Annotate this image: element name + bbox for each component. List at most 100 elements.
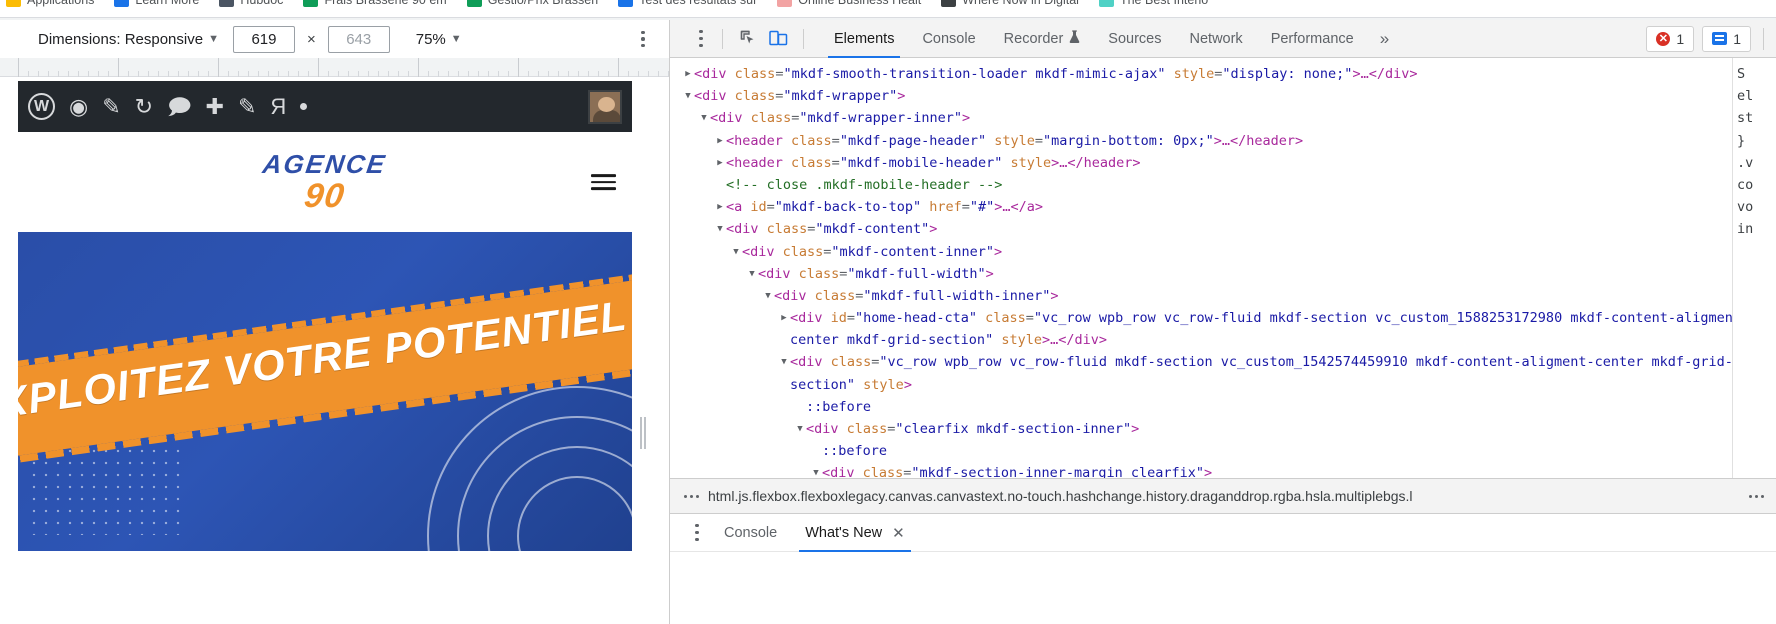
bookmark-item[interactable]: Frais Brasserie 90 em (303, 0, 447, 7)
dom-token: > (1050, 287, 1059, 304)
dom-node-line[interactable]: ▼ <div class="mkdf-content-inner"> (670, 241, 1776, 263)
breadcrumb-path[interactable]: html.js.flexbox.flexboxlegacy.canvas.can… (704, 488, 1743, 504)
collapse-triangle-icon[interactable]: ▼ (762, 285, 774, 307)
collapse-triangle-icon[interactable]: ▼ (714, 218, 726, 240)
tab-performance[interactable]: Performance (1257, 20, 1368, 58)
devtools-more-tools-icon[interactable] (690, 26, 712, 52)
bookmark-item[interactable]: Online Business Healt (777, 0, 921, 7)
tab-recorder[interactable]: Recorder (990, 20, 1095, 58)
dom-node-line[interactable]: <!-- close .mkdf-mobile-header --> (670, 174, 1776, 196)
expand-triangle-icon[interactable]: ▶ (714, 152, 726, 174)
device-more-options-icon[interactable] (633, 26, 653, 52)
collapse-triangle-icon[interactable]: ▼ (810, 462, 822, 478)
dom-node-line[interactable]: ▼ <div class="vc_row wpb_row vc_row-fluid… (670, 351, 1776, 395)
expand-triangle-icon[interactable]: ▶ (778, 307, 790, 329)
ruler-tick (48, 71, 49, 77)
expand-triangle-icon[interactable]: ▶ (714, 196, 726, 218)
collapse-triangle-icon[interactable]: ▼ (746, 263, 758, 285)
collapse-triangle-icon[interactable]: ▼ (730, 241, 742, 263)
tab-console[interactable]: Console (908, 20, 989, 58)
viewport-ruler[interactable] (0, 58, 669, 77)
dom-node-line[interactable]: ::before (670, 396, 1776, 418)
ruler-tick (528, 71, 529, 77)
yoast-seo-icon[interactable]: Я (270, 95, 286, 118)
emulated-page-viewport[interactable]: W ◉ ✎ ↻ 🗩 ✚ ✎ Я AGENCE 90 XPLOITEZ VOTRE… (18, 81, 632, 551)
viewport-resize-handle[interactable] (640, 415, 648, 451)
expand-triangle-icon[interactable]: ▶ (714, 130, 726, 152)
expand-triangle-icon[interactable]: ▶ (682, 63, 694, 85)
drawer-tab-what-s-new[interactable]: What's New ✕ (791, 514, 918, 552)
close-icon[interactable]: ✕ (892, 524, 905, 542)
comment-icon[interactable]: 🗩 (167, 95, 191, 118)
dom-node-line[interactable]: ::before (670, 440, 1776, 462)
collapse-triangle-icon[interactable]: ▼ (794, 418, 806, 440)
customize-icon[interactable]: ◉ (69, 95, 88, 118)
viewport-width-input[interactable]: 619 (232, 25, 295, 53)
dom-node-line[interactable]: ▶ <header class="mkdf-mobile-header" styl… (670, 152, 1776, 174)
dimensions-label[interactable]: Dimensions: Responsive (38, 31, 203, 48)
bookmark-item[interactable]: Gestio/Prix Brasseri (466, 0, 598, 7)
site-logo[interactable]: AGENCE 90 (261, 149, 388, 215)
hamburger-menu-icon[interactable] (591, 174, 616, 190)
zoom-chevron-down-icon: ▼ (450, 33, 462, 45)
more-tabs-icon[interactable]: » (1368, 29, 1401, 49)
dom-node-line[interactable]: ▶ <header class="mkdf-page-header" style=… (670, 130, 1776, 152)
collapse-triangle-icon[interactable]: ▼ (778, 351, 790, 373)
bookmark-item[interactable]: Where Now in Digital (941, 0, 1079, 7)
tab-sources[interactable]: Sources (1094, 20, 1175, 58)
dom-node-line[interactable]: ▼ <div class="mkdf-full-width-inner"> (670, 285, 1776, 307)
node-path-overflow-right-icon[interactable] (1743, 494, 1769, 498)
ruler-tick (228, 71, 229, 77)
error-count-badge[interactable]: ✕ 1 (1646, 25, 1695, 52)
dom-token: <a (726, 199, 751, 216)
dom-node-line[interactable]: ▼ <div class="mkdf-section-inner-margin c… (670, 462, 1776, 478)
collapse-triangle-icon[interactable]: ▼ (682, 85, 694, 107)
styles-line: st (1737, 110, 1754, 127)
edit-icon[interactable]: ✎ (238, 95, 256, 118)
ruler-tick (608, 71, 609, 77)
bookmark-item[interactable]: Learn More (114, 0, 199, 7)
ruler-tick (268, 71, 269, 77)
ruler-tick (328, 71, 329, 77)
dom-node-line[interactable]: ▶ <div class="mkdf-smooth-transition-load… (670, 63, 1776, 85)
bookmark-item[interactable]: Applications (6, 0, 94, 7)
drawer-more-options-icon[interactable] (684, 520, 710, 546)
dom-node-line[interactable]: ▶ <div id="home-head-cta" class="vc_row w… (670, 307, 1776, 351)
ruler-tick (238, 71, 239, 77)
dom-node-line[interactable]: ▼ <div class="clearfix mkdf-section-inner… (670, 418, 1776, 440)
wordpress-logo-icon[interactable]: W (28, 93, 55, 120)
drawer-tab-label: What's New (805, 524, 883, 541)
user-avatar[interactable] (588, 89, 622, 124)
refresh-icon[interactable]: ↻ (135, 95, 153, 118)
plus-icon[interactable]: ✚ (206, 95, 224, 118)
inspect-element-icon[interactable] (733, 26, 763, 52)
dom-token: "mkdf-section-inner-margin clearfix" (911, 465, 1205, 478)
dom-node-line[interactable]: ▼ <div class="mkdf-content"> (670, 218, 1776, 240)
tab-network[interactable]: Network (1176, 20, 1257, 58)
dimensions-multiply-symbol: × (306, 30, 316, 48)
zoom-select[interactable]: 75% ▼ (416, 31, 462, 48)
ruler-tick (58, 71, 59, 77)
console-drawer: Console What's New ✕ (670, 514, 1776, 624)
dimensions-chevron-down-icon[interactable]: ▼ (208, 33, 219, 45)
toolbar-divider (722, 28, 723, 49)
bookmark-item[interactable]: Hubdoc (219, 0, 283, 7)
dom-node-line[interactable]: ▼ <div class="mkdf-wrapper-inner"> (670, 107, 1776, 129)
dom-node-line[interactable]: ▼ <div class="mkdf-full-width"> (670, 263, 1776, 285)
collapse-triangle-icon[interactable]: ▼ (698, 107, 710, 129)
ruler-tick (388, 71, 389, 77)
drawer-tab-console[interactable]: Console (710, 514, 791, 552)
elements-dom-tree[interactable]: ▶ <div class="mkdf-smooth-transition-load… (670, 58, 1776, 478)
node-path-overflow-left-icon[interactable] (678, 494, 704, 498)
bookmark-item[interactable]: The Best Interio (1098, 0, 1208, 7)
viewport-height-input[interactable]: 643 (327, 25, 390, 53)
styles-sidebar[interactable]: Sel st} .v co vo in (1732, 58, 1776, 478)
brush-icon[interactable]: ✎ (102, 95, 120, 118)
message-count-badge[interactable]: 1 (1702, 25, 1751, 52)
bookmark-item[interactable]: Test des résultats sur (618, 0, 757, 7)
tab-elements[interactable]: Elements (820, 20, 908, 58)
toggle-device-toolbar-icon[interactable] (763, 26, 793, 52)
dom-node-line[interactable]: ▶ <a id="mkdf-back-to-top" href="#">…</a> (670, 196, 1776, 218)
dom-node-line[interactable]: ▼ <div class="mkdf-wrapper"> (670, 85, 1776, 107)
dom-token: "mkdf-wrapper" (783, 88, 898, 105)
